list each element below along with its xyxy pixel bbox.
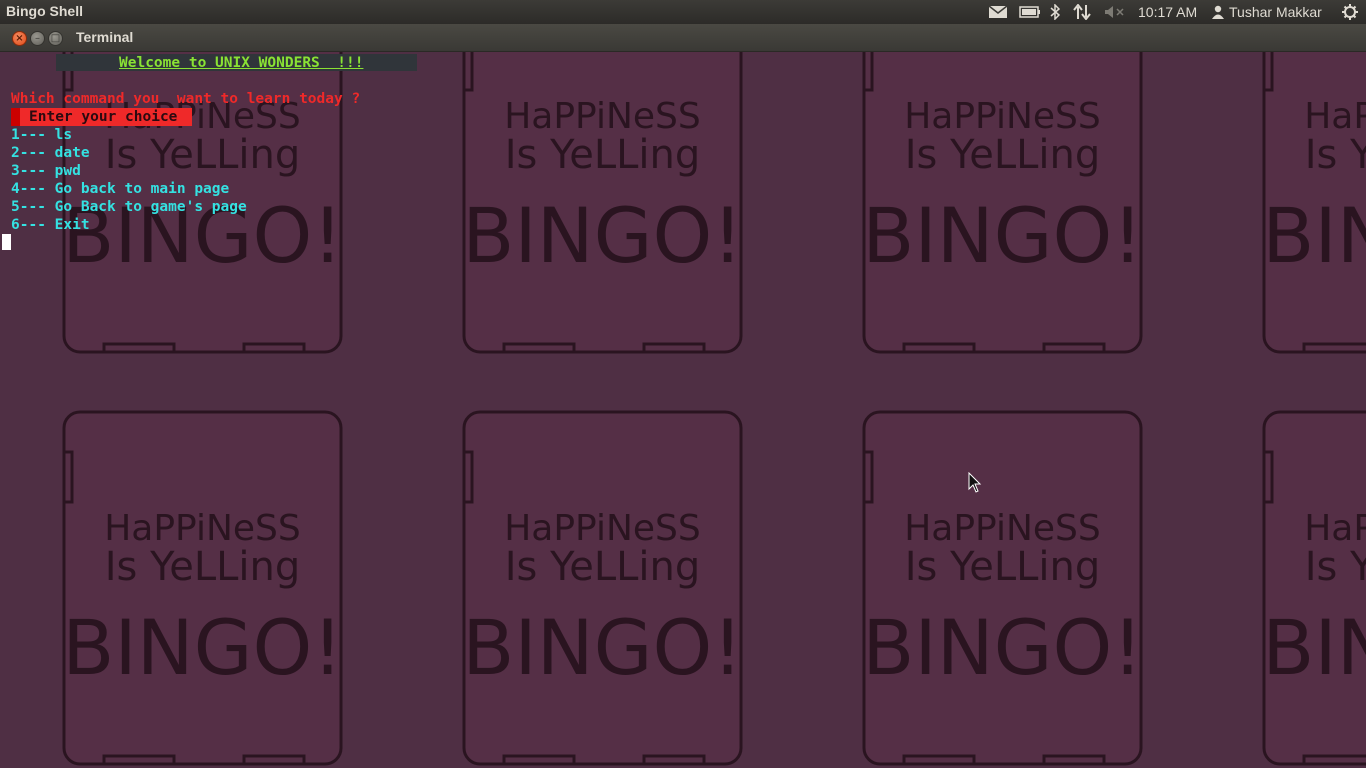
window-title-bar[interactable]: × – □ Terminal (0, 24, 1366, 52)
gear-icon[interactable] (1341, 0, 1359, 24)
wallpaper-text: Is YeLLing (1305, 544, 1366, 590)
wallpaper-text: Is YeLLing (505, 132, 701, 178)
user-name: Tushar Makkar (1229, 4, 1322, 20)
wallpaper-card: HaPPiNeSSIs YeLLing BINGO! (1262, 410, 1366, 766)
clock[interactable]: 10:17 AM (1138, 0, 1197, 24)
wallpaper-card: HaPPiNeSSIs YeLLing BINGO! (862, 410, 1143, 766)
menu-item-date: 2--- date (11, 145, 90, 161)
wallpaper-text: HaPPiNeSS (104, 508, 301, 549)
top-panel: Bingo Shell 10:17 AM Tushar Makkar (0, 0, 1366, 24)
maximize-icon: □ (50, 33, 61, 44)
wallpaper-card: HaPPiNeSSIs YeLLing BINGO! (462, 52, 743, 354)
wallpaper-text: Is YeLLing (905, 132, 1101, 178)
wallpaper-text: HaPPiNeSS (1304, 508, 1366, 549)
wallpaper-text: BINGO! (1262, 191, 1366, 280)
menu-item-pwd: 3--- pwd (11, 163, 81, 179)
close-button[interactable]: × (12, 31, 27, 46)
mail-icon[interactable] (988, 0, 1008, 24)
welcome-banner: Welcome to UNIX WONDERS !!! (119, 55, 364, 71)
wallpaper-text: HaPPiNeSS (504, 508, 701, 549)
minimize-button[interactable]: – (30, 31, 45, 46)
wallpaper-text: HaPPiNeSS (904, 508, 1101, 549)
app-title: Bingo Shell (6, 3, 83, 19)
wallpaper-text: Is YeLLing (1305, 132, 1366, 178)
battery-icon[interactable] (1019, 0, 1041, 24)
wallpaper-text: BINGO! (1262, 603, 1366, 692)
question-line: Which command you want to learn today ? (11, 91, 361, 107)
bingo-wallpaper: HaPPiNeSSIs YeLLingBINGO!HaPPiNeSSIs YeL… (62, 52, 1366, 766)
minimize-icon: – (35, 33, 40, 44)
menu-item-ls: 1--- ls (11, 127, 73, 143)
bluetooth-icon[interactable] (1050, 0, 1060, 24)
wallpaper-text: Is YeLLing (105, 132, 301, 178)
wallpaper-text: BINGO! (62, 603, 343, 692)
wallpaper-text: BINGO! (462, 603, 743, 692)
wallpaper-text: BINGO! (862, 191, 1143, 280)
wallpaper-text: Is YeLLing (105, 544, 301, 590)
wallpaper-card: HaPPiNeSSIs YeLLing BINGO! (1262, 52, 1366, 354)
menu-item-exit: 6--- Exit (11, 217, 90, 233)
wallpaper-text: HaPPiNeSS (504, 96, 701, 137)
maximize-button[interactable]: □ (48, 31, 63, 46)
wallpaper-card: HaPPiNeSSIs YeLLing BINGO! (62, 410, 343, 766)
text-cursor[interactable] (2, 234, 11, 250)
terminal-area[interactable]: HaPPiNeSS Is YeLLing BINGO! HaPPiNeSS Is YeL… (0, 52, 1366, 768)
close-icon: × (15, 33, 24, 44)
wallpaper-text: Is YeLLing (905, 544, 1101, 590)
user-icon (1212, 5, 1224, 19)
prompt-line: Enter your choice (29, 109, 178, 125)
wallpaper-text: HaPPiNeSS (904, 96, 1101, 137)
window-title: Terminal (76, 29, 134, 45)
wallpaper-text: HaPPiNeSS (1304, 96, 1366, 137)
menu-item-main-page: 4--- Go back to main page (11, 181, 230, 197)
wallpaper-text: BINGO! (462, 191, 743, 280)
network-icon[interactable] (1073, 0, 1091, 24)
mouse-pointer-icon (968, 472, 982, 493)
wallpaper-card: HaPPiNeSSIs YeLLing BINGO! (462, 410, 743, 766)
wallpaper-card: HaPPiNeSSIs YeLLing BINGO! (862, 52, 1143, 354)
volume-muted-icon[interactable] (1104, 0, 1126, 24)
user-menu[interactable]: Tushar Makkar (1212, 0, 1322, 24)
wallpaper-text: Is YeLLing (505, 544, 701, 590)
wallpaper-text: BINGO! (862, 603, 1143, 692)
menu-item-game-page: 5--- Go Back to game's page (11, 199, 247, 215)
